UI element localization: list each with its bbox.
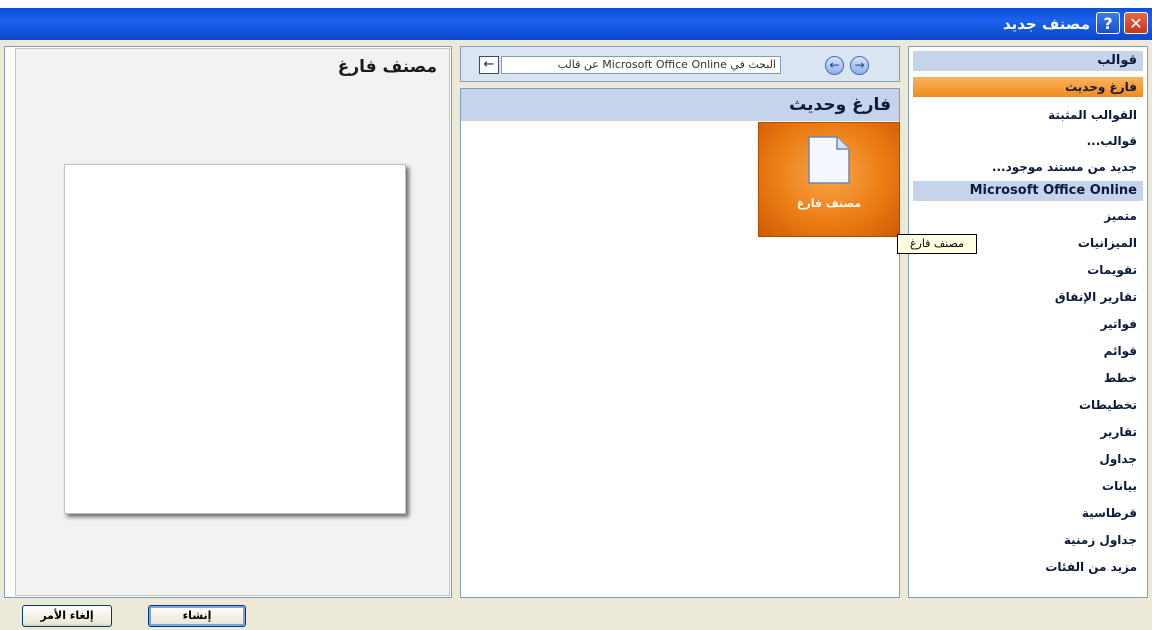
category-blank-and-recent[interactable]: فارغ وحديث bbox=[913, 77, 1143, 97]
category-invoices[interactable]: فواتير bbox=[913, 312, 1143, 336]
search-go-button[interactable]: ← bbox=[479, 56, 499, 74]
blank-workbook-tile[interactable]: مصنف فارغ bbox=[758, 122, 900, 237]
category-featured[interactable]: متميز bbox=[913, 204, 1143, 228]
template-categories-panel: قوالب فارغ وحديث القوالب المثبتة قوالب..… bbox=[908, 46, 1148, 598]
search-toolbar: ← البحث في Microsoft Office Online عن قا… bbox=[460, 46, 900, 82]
category-my-templates[interactable]: قوالب... bbox=[913, 129, 1143, 153]
forward-button[interactable]: → bbox=[850, 56, 869, 75]
preview-title: مصنف فارغ bbox=[337, 57, 437, 77]
category-more-categories[interactable]: مزيد من الفئات bbox=[913, 555, 1143, 579]
close-button[interactable]: ✕ bbox=[1124, 12, 1148, 34]
search-input[interactable]: البحث في Microsoft Office Online عن قالب bbox=[501, 56, 781, 74]
blank-workbook-label: مصنف فارغ bbox=[796, 197, 862, 210]
category-installed-templates[interactable]: القوالب المثبتة bbox=[913, 103, 1143, 127]
cancel-button[interactable]: إلغاء الأمر bbox=[22, 605, 112, 627]
category-lists[interactable]: قوائم bbox=[913, 339, 1143, 363]
category-new-from-existing[interactable]: جديد من مستند موجود... bbox=[913, 155, 1143, 179]
templates-header: قوالب bbox=[913, 51, 1143, 71]
category-timesheets[interactable]: جداول زمنية bbox=[913, 528, 1143, 552]
category-statements[interactable]: بيانات bbox=[913, 474, 1143, 498]
window-title: مصنف جديد bbox=[1002, 15, 1090, 33]
templates-area: ← البحث في Microsoft Office Online عن قا… bbox=[456, 46, 904, 598]
category-calendars[interactable]: تقويمات bbox=[913, 258, 1143, 282]
category-stationery[interactable]: قرطاسية bbox=[913, 501, 1143, 525]
tooltip: مصنف فارغ bbox=[897, 234, 977, 254]
preview-thumbnail bbox=[64, 164, 406, 514]
office-online-header: Microsoft Office Online bbox=[913, 181, 1143, 201]
templates-list: فارغ وحديث مصنف فارغ bbox=[460, 88, 900, 598]
category-planners[interactable]: تخطيطات bbox=[913, 393, 1143, 417]
create-button[interactable]: إنشاء bbox=[148, 605, 246, 627]
category-plans[interactable]: خطط bbox=[913, 366, 1143, 390]
blank-document-icon bbox=[808, 136, 850, 184]
category-reports[interactable]: تقارير bbox=[913, 420, 1143, 444]
back-button[interactable]: ← bbox=[825, 56, 844, 75]
category-schedules[interactable]: جداول bbox=[913, 447, 1143, 471]
title-bar-background bbox=[0, 8, 1152, 40]
templates-list-heading: فارغ وحديث bbox=[461, 89, 899, 121]
help-button[interactable]: ? bbox=[1096, 12, 1120, 34]
new-workbook-dialog: مصنف جديد ? ✕ قوالب فارغ وحديث القوالب ا… bbox=[0, 0, 1152, 630]
category-expense-reports[interactable]: تقارير الإنفاق bbox=[913, 285, 1143, 309]
title-bar: مصنف جديد ? ✕ bbox=[0, 0, 1152, 40]
title-bar-top-strip bbox=[0, 0, 1152, 8]
